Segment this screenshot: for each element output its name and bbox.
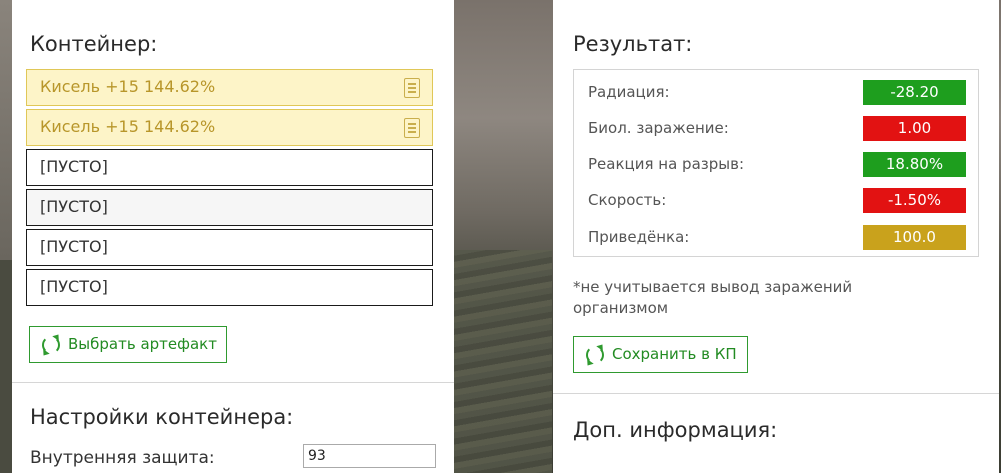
inner-protection-input[interactable] — [303, 444, 436, 468]
extra-info-title: Доп. информация: — [573, 418, 778, 442]
slot-label: [ПУСТО] — [40, 277, 108, 296]
result-row-speed: Скорость: -1.50% — [574, 188, 978, 214]
background-left-rocks — [0, 260, 12, 473]
container-settings-title: Настройки контейнера: — [30, 405, 294, 429]
result-panel: Результат: Радиация: -28.20 Биол. зараже… — [553, 0, 999, 473]
inner-protection-label: Внутренняя защита: — [30, 448, 215, 468]
document-icon[interactable] — [404, 118, 420, 138]
choose-artifact-label: Выбрать артефакт — [68, 335, 217, 353]
result-value: -1.50% — [863, 188, 966, 213]
container-title: Контейнер: — [30, 32, 158, 56]
container-slot-5[interactable]: [ПУСТО] — [26, 229, 433, 266]
document-icon[interactable] — [404, 78, 420, 98]
result-row-radiation: Радиация: -28.20 — [574, 80, 978, 106]
container-slot-1[interactable]: Кисель +15 144.62% — [26, 69, 433, 106]
refresh-icon — [586, 346, 604, 364]
section-divider — [553, 393, 999, 394]
container-slot-4[interactable]: [ПУСТО] — [26, 189, 433, 226]
result-title: Результат: — [573, 32, 693, 56]
slot-label: [ПУСТО] — [40, 157, 108, 176]
save-to-kp-label: Сохранить в КП — [612, 345, 737, 363]
result-value: 100.0 — [863, 225, 966, 250]
choose-artifact-button[interactable]: Выбрать артефакт — [29, 326, 227, 363]
slot-label: Кисель +15 144.62% — [40, 117, 216, 136]
result-value: 18.80% — [863, 152, 966, 177]
results-table: Радиация: -28.20 Биол. заражение: 1.00 Р… — [573, 69, 979, 257]
result-label: Радиация: — [588, 83, 670, 101]
slot-label: Кисель +15 144.62% — [40, 77, 216, 96]
slot-label: [ПУСТО] — [40, 237, 108, 256]
result-row-bio: Биол. заражение: 1.00 — [574, 116, 978, 142]
background-rock-formation — [452, 250, 552, 473]
refresh-icon — [42, 336, 60, 354]
result-label: Реакция на разрыв: — [588, 155, 744, 173]
container-slot-6[interactable]: [ПУСТО] — [26, 269, 433, 306]
result-row-rupture: Реакция на разрыв: 18.80% — [574, 152, 978, 178]
result-label: Скорость: — [588, 191, 667, 209]
container-slot-2[interactable]: Кисель +15 144.62% — [26, 109, 433, 146]
result-note: *не учитывается вывод заражений организм… — [573, 278, 853, 317]
container-panel: Контейнер: Кисель +15 144.62% Кисель +15… — [12, 0, 454, 473]
result-label: Биол. заражение: — [588, 119, 729, 137]
container-slot-3[interactable]: [ПУСТО] — [26, 149, 433, 186]
section-divider — [12, 382, 454, 383]
result-label: Приведёнка: — [588, 228, 690, 246]
result-value: -28.20 — [863, 80, 966, 105]
slot-label: [ПУСТО] — [40, 197, 108, 216]
result-value: 1.00 — [863, 116, 966, 141]
background-left-strip — [0, 0, 12, 260]
result-row-normalized: Приведёнка: 100.0 — [574, 225, 978, 251]
save-to-kp-button[interactable]: Сохранить в КП — [573, 336, 748, 373]
